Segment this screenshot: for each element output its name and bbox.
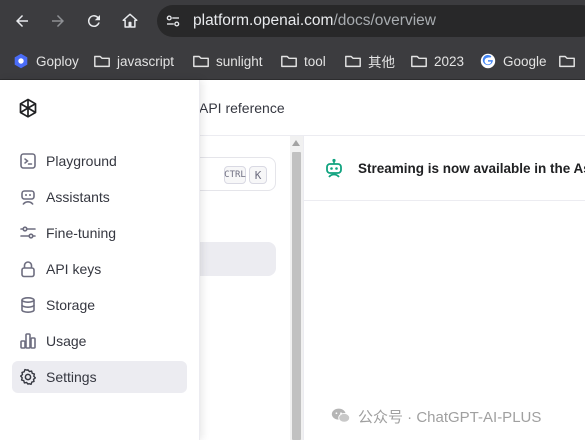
database-icon [21, 296, 35, 314]
bookmark-label: Goploy [36, 53, 79, 69]
folder-icon [345, 55, 361, 68]
bookmark-label: javascript [117, 53, 175, 69]
folder-icon [193, 55, 209, 68]
sidebar-item-assistants[interactable]: Assistants [12, 181, 187, 213]
reload-button[interactable] [80, 7, 108, 35]
gear-icon [20, 368, 36, 385]
platform-sidebar: Playground Assistants Fine-tuning API ke… [0, 80, 200, 440]
folder-icon [411, 55, 427, 68]
header-divider [199, 135, 585, 136]
robot-icon [326, 158, 342, 178]
robot-icon [21, 190, 35, 205]
address-bar[interactable]: platform.openai.com/docs/overview [157, 5, 585, 37]
url-text: platform.openai.com/docs/overview [193, 12, 436, 30]
bookmark-javascript[interactable]: javascript [93, 51, 174, 71]
watermark: 公众号 · ChatGPT-AI-PLUS [330, 405, 541, 427]
sidebar-item-label: Usage [46, 333, 87, 349]
bookmark-label: 其他 [368, 55, 395, 70]
bookmark-label: Google [503, 53, 547, 69]
site-settings-icon[interactable] [164, 12, 182, 30]
bar-chart-icon [20, 333, 36, 349]
sidebar-item-usage[interactable]: Usage [12, 325, 187, 357]
arrow-left-icon [16, 15, 28, 27]
bookmarks-bar: Goploy javascript sunlight tool 其他 2023 … [0, 42, 585, 80]
sidebar-item-label: Playground [46, 153, 117, 169]
bookmark-google[interactable]: Google [479, 51, 547, 71]
sidebar-item-api-keys[interactable]: API keys [12, 253, 187, 285]
bookmark-label: 2023 [434, 53, 465, 69]
arrow-right-icon [52, 15, 64, 27]
sidebar-item-label: API keys [46, 261, 102, 277]
sidebar-item-fine-tuning[interactable]: Fine-tuning [12, 217, 187, 249]
announcement-banner[interactable]: Streaming is now available in the Assist… [304, 137, 585, 201]
folder-icon [281, 55, 297, 68]
scroll-up-arrow-icon[interactable] [292, 140, 300, 146]
bookmark-label: sunlight [216, 53, 263, 69]
home-button[interactable] [116, 7, 144, 35]
reload-icon [87, 15, 100, 28]
bookmark-label: tool [304, 53, 326, 69]
sidebar-item-label: Storage [46, 297, 96, 313]
docs-sidebar-scrollbar[interactable] [290, 136, 303, 440]
bookmark-other[interactable]: 其他 [344, 51, 395, 71]
nav-api-reference[interactable]: API reference [199, 100, 285, 116]
openai-logo-icon[interactable] [15, 96, 41, 122]
goploy-icon [14, 53, 28, 69]
home-icon [122, 13, 138, 28]
back-button[interactable] [8, 7, 36, 35]
watermark-text: 公众号 · ChatGPT-AI-PLUS [358, 408, 542, 426]
shortcut-k-key: K [249, 166, 267, 184]
google-icon [480, 53, 496, 69]
browser-toolbar: platform.openai.com/docs/overview [0, 0, 585, 42]
forward-button[interactable] [44, 7, 72, 35]
bookmark-2023[interactable]: 2023 [410, 51, 464, 71]
bookmark-sunlight[interactable]: sunlight [192, 51, 263, 71]
terminal-icon [20, 153, 36, 169]
sidebar-item-playground[interactable]: Playground [12, 145, 187, 177]
sidebar-item-label: Settings [46, 369, 97, 385]
bookmark-tool[interactable]: tool [280, 51, 326, 71]
url-path: /docs/overview [333, 12, 436, 29]
sidebar-item-label: Assistants [46, 189, 110, 205]
bookmark-goploy[interactable]: Goploy [12, 51, 79, 71]
folder-icon [94, 55, 110, 68]
sidebar-item-storage[interactable]: Storage [12, 289, 187, 321]
shortcut-ctrl-key: CTRL [224, 166, 246, 184]
sidebar-item-settings[interactable]: Settings [12, 361, 187, 393]
banner-text: Streaming is now available in the Assist… [358, 161, 585, 176]
wechat-icon [331, 408, 351, 423]
scroll-thumb[interactable] [292, 152, 301, 440]
sidebar-item-label: Fine-tuning [46, 225, 117, 241]
sliders-icon [20, 226, 36, 239]
url-host: platform.openai.com [193, 12, 334, 29]
bookmark-folder[interactable] [558, 51, 582, 71]
lock-icon [21, 261, 35, 278]
folder-icon [559, 55, 575, 68]
